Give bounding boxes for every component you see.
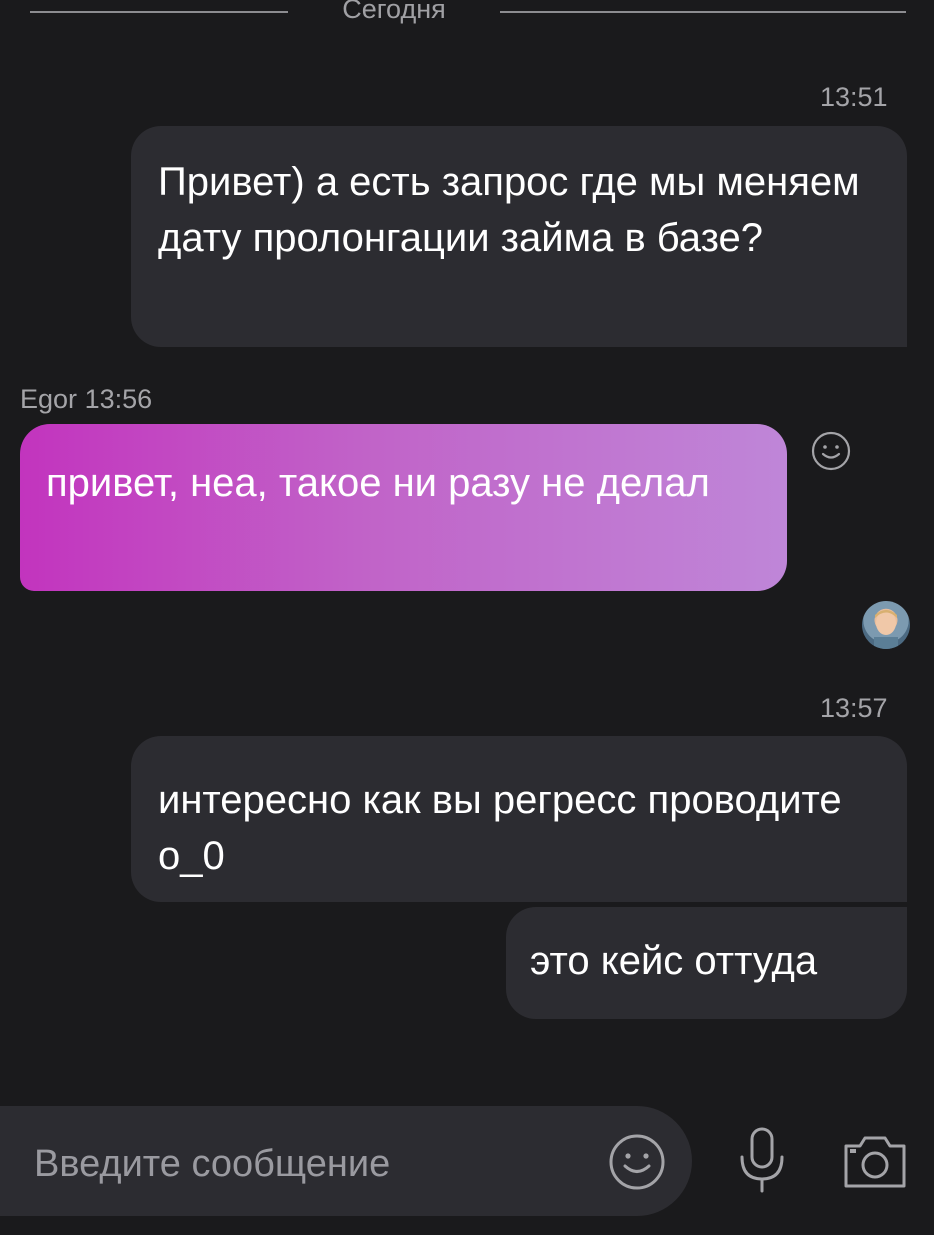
emoji-icon[interactable]: [607, 1132, 667, 1192]
message-time: 13:56: [84, 384, 153, 414]
message-text: Привет) а есть запрос где мы меняем дату…: [158, 160, 860, 260]
message-bubble-incoming[interactable]: привет, неа, такое ни разу не делал: [20, 424, 787, 591]
message-text: это кейс оттуда: [530, 939, 818, 983]
read-receipt-avatar: [862, 601, 910, 649]
message-bubble-outgoing[interactable]: интересно как вы регресс проводите о_0: [131, 736, 907, 902]
smiley-outline-icon[interactable]: [810, 430, 852, 472]
divider-line-right: [500, 11, 906, 13]
message-time: 13:57: [820, 693, 888, 723]
message-bubble-outgoing[interactable]: это кейс оттуда: [506, 907, 907, 1019]
microphone-icon[interactable]: [732, 1125, 792, 1195]
message-text: привет, неа, такое ни разу не делал: [46, 461, 710, 505]
sender-name[interactable]: Egor: [20, 384, 77, 414]
message-composer[interactable]: Введите сообщение: [0, 1106, 692, 1216]
message-bubble-outgoing[interactable]: Привет) а есть запрос где мы меняем дату…: [131, 126, 907, 347]
sender-line: Egor 13:56: [20, 384, 152, 415]
camera-icon[interactable]: [840, 1132, 910, 1192]
date-divider: Сегодня: [0, 0, 934, 28]
message-time: 13:51: [820, 82, 888, 112]
date-divider-label: Сегодня: [342, 0, 446, 24]
message-text: интересно как вы регресс проводите о_0: [158, 778, 842, 878]
message-input-placeholder[interactable]: Введите сообщение: [34, 1143, 390, 1186]
divider-line-left: [30, 11, 288, 13]
